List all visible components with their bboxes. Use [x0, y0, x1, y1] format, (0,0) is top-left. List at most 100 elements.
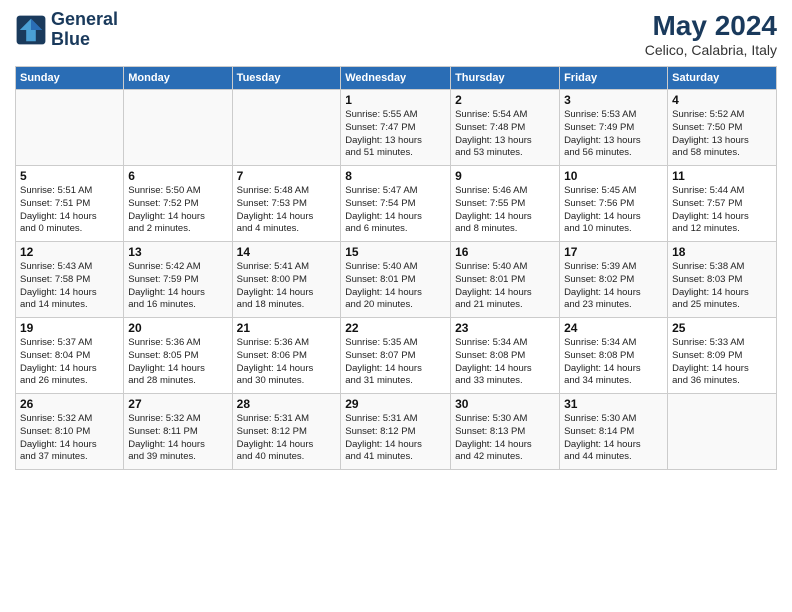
table-row: 13 Sunrise: 5:42 AMSunset: 7:59 PMDayligh… [124, 242, 232, 318]
day-info: Sunrise: 5:35 AMSunset: 8:07 PMDaylight:… [345, 337, 446, 388]
table-row: 30 Sunrise: 5:30 AMSunset: 8:13 PMDayligh… [451, 394, 560, 470]
day-number: 11 [672, 169, 772, 183]
table-row: 2Sunrise: 5:54 AMSunset: 7:48 PMDaylight… [451, 90, 560, 166]
logo: General Blue [15, 10, 118, 50]
day-number: 24 [564, 321, 663, 335]
day-info: Sunrise: 5:50 AMSunset: 7:52 PMDaylight:… [128, 185, 227, 236]
day-info: Sunrise: 5:32 AMSunset: 8:11 PMDaylight:… [128, 413, 227, 464]
day-info: Sunrise: 5:31 AMSunset: 8:12 PMDaylight:… [345, 413, 446, 464]
table-row [124, 90, 232, 166]
table-row: 8 Sunrise: 5:47 AMSunset: 7:54 PMDaylight… [341, 166, 451, 242]
logo-blue: Blue [51, 29, 90, 49]
day-number: 1 [345, 93, 446, 107]
table-row: 14 Sunrise: 5:41 AMSunset: 8:00 PMDayligh… [232, 242, 341, 318]
table-row: 27 Sunrise: 5:32 AMSunset: 8:11 PMDayligh… [124, 394, 232, 470]
week-row-1: 1 Sunrise: 5:55 AMSunset: 7:47 PMDaylight… [16, 90, 777, 166]
logo-general: General [51, 9, 118, 29]
weekday-header-row: Sunday Monday Tuesday Wednesday Thursday… [16, 67, 777, 90]
page-header: General Blue May 2024 Celico, Calabria, … [15, 10, 777, 58]
day-number: 18 [672, 245, 772, 259]
day-number: 4 [672, 93, 772, 107]
day-info: Sunrise: 5:36 AMSunset: 8:06 PMDaylight:… [237, 337, 337, 388]
day-number: 2 [455, 93, 555, 107]
day-info: Sunrise: 5:40 AMSunset: 8:01 PMDaylight:… [345, 261, 446, 312]
day-number: 17 [564, 245, 663, 259]
table-row: 26 Sunrise: 5:32 AMSunset: 8:10 PMDayligh… [16, 394, 124, 470]
day-number: 22 [345, 321, 446, 335]
day-info: Sunrise: 5:45 AMSunset: 7:56 PMDaylight:… [564, 185, 663, 236]
table-row: 11 Sunrise: 5:44 AMSunset: 7:57 PMDayligh… [668, 166, 777, 242]
day-info: Sunrise: 5:36 AMSunset: 8:05 PMDaylight:… [128, 337, 227, 388]
day-info: Sunrise: 5:52 AMSunset: 7:50 PMDaylight:… [672, 109, 772, 160]
table-row [232, 90, 341, 166]
day-number: 16 [455, 245, 555, 259]
day-info: Sunrise: 5:48 AMSunset: 7:53 PMDaylight:… [237, 185, 337, 236]
day-info: Sunrise: 5:46 AMSunset: 7:55 PMDaylight:… [455, 185, 555, 236]
table-row: 31 Sunrise: 5:30 AMSunset: 8:14 PMDayligh… [560, 394, 668, 470]
calendar-table: Sunday Monday Tuesday Wednesday Thursday… [15, 66, 777, 470]
week-row-3: 12 Sunrise: 5:43 AMSunset: 7:58 PMDayligh… [16, 242, 777, 318]
table-row: 3Sunrise: 5:53 AMSunset: 7:49 PMDaylight… [560, 90, 668, 166]
table-row: 1 Sunrise: 5:55 AMSunset: 7:47 PMDaylight… [341, 90, 451, 166]
day-info: Sunrise: 5:40 AMSunset: 8:01 PMDaylight:… [455, 261, 555, 312]
day-info: Sunrise: 5:30 AMSunset: 8:13 PMDaylight:… [455, 413, 555, 464]
table-row: 24 Sunrise: 5:34 AMSunset: 8:08 PMDayligh… [560, 318, 668, 394]
day-number: 13 [128, 245, 227, 259]
day-info: Sunrise: 5:42 AMSunset: 7:59 PMDaylight:… [128, 261, 227, 312]
header-saturday: Saturday [668, 67, 777, 90]
logo-text-block: General Blue [51, 10, 118, 50]
table-row: 7Sunrise: 5:48 AMSunset: 7:53 PMDaylight… [232, 166, 341, 242]
header-tuesday: Tuesday [232, 67, 341, 90]
table-row: 19 Sunrise: 5:37 AMSunset: 8:04 PMDayligh… [16, 318, 124, 394]
day-number: 5 [20, 169, 119, 183]
page-container: General Blue May 2024 Celico, Calabria, … [0, 0, 792, 480]
day-info: Sunrise: 5:44 AMSunset: 7:57 PMDaylight:… [672, 185, 772, 236]
day-number: 19 [20, 321, 119, 335]
table-row: 6Sunrise: 5:50 AMSunset: 7:52 PMDaylight… [124, 166, 232, 242]
table-row: 4 Sunrise: 5:52 AMSunset: 7:50 PMDaylight… [668, 90, 777, 166]
logo-name: General Blue [51, 10, 118, 50]
day-number: 21 [237, 321, 337, 335]
table-row: 29Sunrise: 5:31 AMSunset: 8:12 PMDayligh… [341, 394, 451, 470]
day-number: 25 [672, 321, 772, 335]
day-number: 15 [345, 245, 446, 259]
week-row-4: 19 Sunrise: 5:37 AMSunset: 8:04 PMDayligh… [16, 318, 777, 394]
location-subtitle: Celico, Calabria, Italy [645, 42, 777, 58]
day-number: 31 [564, 397, 663, 411]
table-row: 12 Sunrise: 5:43 AMSunset: 7:58 PMDayligh… [16, 242, 124, 318]
day-info: Sunrise: 5:47 AMSunset: 7:54 PMDaylight:… [345, 185, 446, 236]
table-row [16, 90, 124, 166]
day-number: 27 [128, 397, 227, 411]
week-row-5: 26 Sunrise: 5:32 AMSunset: 8:10 PMDayligh… [16, 394, 777, 470]
header-monday: Monday [124, 67, 232, 90]
day-info: Sunrise: 5:53 AMSunset: 7:49 PMDaylight:… [564, 109, 663, 160]
day-info: Sunrise: 5:32 AMSunset: 8:10 PMDaylight:… [20, 413, 119, 464]
day-number: 12 [20, 245, 119, 259]
day-info: Sunrise: 5:33 AMSunset: 8:09 PMDaylight:… [672, 337, 772, 388]
day-info: Sunrise: 5:43 AMSunset: 7:58 PMDaylight:… [20, 261, 119, 312]
header-wednesday: Wednesday [341, 67, 451, 90]
header-friday: Friday [560, 67, 668, 90]
day-number: 8 [345, 169, 446, 183]
day-info: Sunrise: 5:55 AMSunset: 7:47 PMDaylight:… [345, 109, 446, 160]
table-row: 25 Sunrise: 5:33 AMSunset: 8:09 PMDayligh… [668, 318, 777, 394]
day-info: Sunrise: 5:41 AMSunset: 8:00 PMDaylight:… [237, 261, 337, 312]
day-info: Sunrise: 5:39 AMSunset: 8:02 PMDaylight:… [564, 261, 663, 312]
table-row [668, 394, 777, 470]
logo-icon [15, 14, 47, 46]
day-number: 10 [564, 169, 663, 183]
table-row: 28Sunrise: 5:31 AMSunset: 8:12 PMDayligh… [232, 394, 341, 470]
day-info: Sunrise: 5:30 AMSunset: 8:14 PMDaylight:… [564, 413, 663, 464]
day-number: 26 [20, 397, 119, 411]
day-number: 30 [455, 397, 555, 411]
day-number: 20 [128, 321, 227, 335]
day-number: 28 [237, 397, 337, 411]
day-number: 14 [237, 245, 337, 259]
day-info: Sunrise: 5:34 AMSunset: 8:08 PMDaylight:… [564, 337, 663, 388]
day-number: 9 [455, 169, 555, 183]
day-info: Sunrise: 5:37 AMSunset: 8:04 PMDaylight:… [20, 337, 119, 388]
table-row: 20 Sunrise: 5:36 AMSunset: 8:05 PMDayligh… [124, 318, 232, 394]
table-row: 9 Sunrise: 5:46 AMSunset: 7:55 PMDaylight… [451, 166, 560, 242]
day-info: Sunrise: 5:51 AMSunset: 7:51 PMDaylight:… [20, 185, 119, 236]
table-row: 10 Sunrise: 5:45 AMSunset: 7:56 PMDayligh… [560, 166, 668, 242]
